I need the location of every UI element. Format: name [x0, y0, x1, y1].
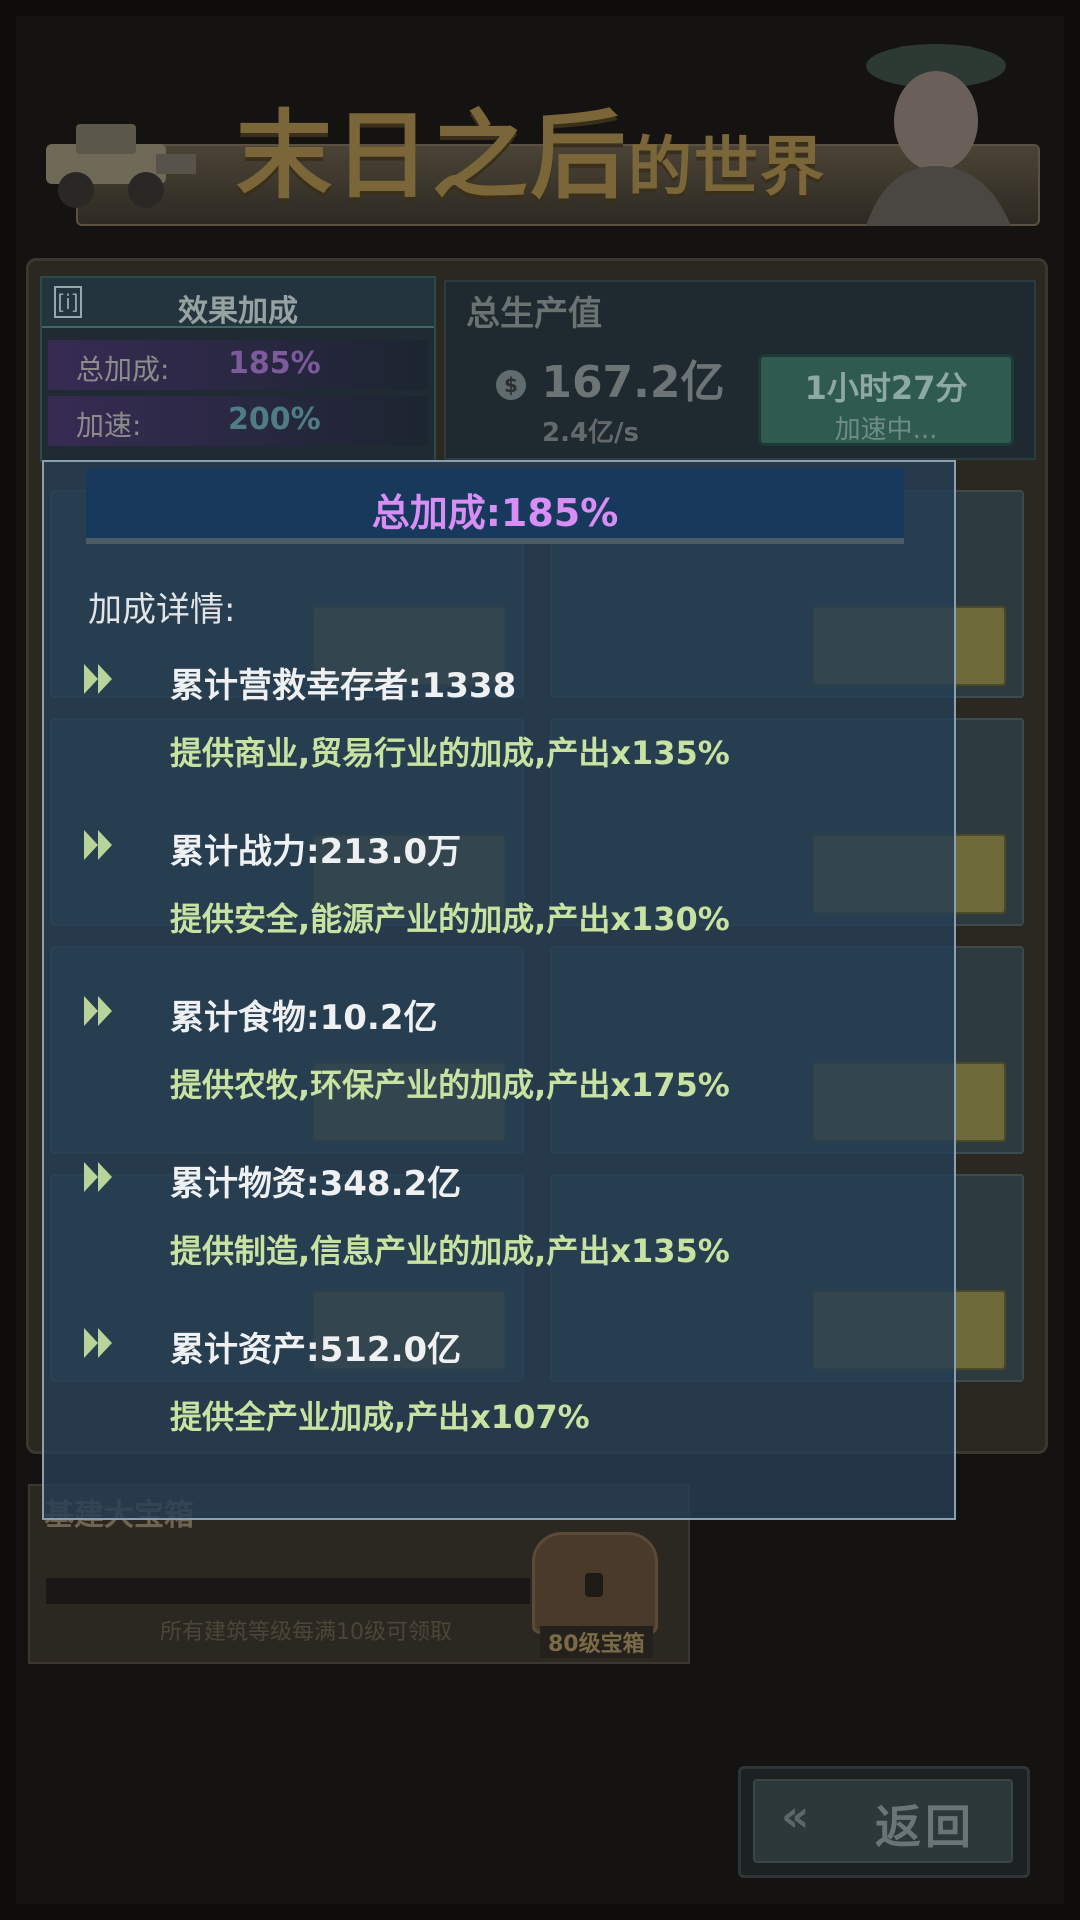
game-title-banner: 末日之后的世界: [36, 26, 1040, 226]
arrow-right-icon: [84, 1328, 112, 1358]
speedup-timer-button[interactable]: 1小时27分 加速中...: [758, 354, 1014, 446]
game-title: 末日之后的世界: [236, 100, 826, 212]
stat-text: 累计物资:348.2亿: [170, 1164, 462, 1204]
bonus-row-value: 200%: [228, 402, 321, 437]
production-title: 总生产值: [466, 294, 602, 334]
bonus-row-total: 总加成: 185%: [48, 340, 428, 390]
arrow-right-icon: [84, 830, 112, 860]
chest-label: 80级宝箱: [540, 1626, 653, 1658]
back-button-label: 返回: [875, 1800, 975, 1854]
bonus-panel: [i] 效果加成 总加成: 185% 加速: 200%: [40, 276, 436, 462]
arrow-right-icon: [84, 996, 112, 1026]
bonus-row-value: 185%: [228, 346, 321, 381]
stat-text: 累计营救幸存者:1338: [170, 666, 517, 706]
stat-text: 累计食物:10.2亿: [170, 998, 438, 1038]
production-rate: 2.4亿/s: [542, 418, 640, 448]
chest-progress-bar: [46, 1578, 530, 1604]
truck-icon: [46, 124, 196, 208]
bonus-detail-modal[interactable]: 总加成:185% 加成详情: 累计营救幸存者:1338 提供商业,贸易行业的加成…: [42, 460, 956, 1520]
back-button[interactable]: « 返回: [738, 1766, 1030, 1878]
stat-desc: 提供农牧,环保产业的加成,产出x175%: [170, 1066, 730, 1104]
production-total: $ 167.2亿: [496, 346, 725, 410]
bonus-panel-header: [i] 效果加成: [42, 278, 434, 329]
character-portrait-icon: [866, 44, 1011, 226]
bonus-row-label: 加速:: [76, 409, 142, 442]
stat-desc: 提供商业,贸易行业的加成,产出x135%: [170, 734, 730, 772]
modal-title: 总加成:185%: [371, 491, 619, 535]
timer-text: 1小时27分: [804, 369, 968, 407]
coin-icon: $: [496, 370, 526, 400]
stat-desc: 提供全产业加成,产出x107%: [170, 1398, 590, 1436]
stat-text: 累计资产:512.0亿: [170, 1330, 462, 1370]
stat-text: 累计战力:213.0万: [170, 832, 462, 872]
lock-icon: [585, 1573, 603, 1597]
arrow-right-icon: [84, 1162, 112, 1192]
modal-header: 总加成:185%: [86, 468, 904, 544]
bonus-row-label: 总加成:: [76, 353, 170, 386]
chest-icon[interactable]: [532, 1532, 658, 1634]
stat-desc: 提供制造,信息产业的加成,产出x135%: [170, 1232, 730, 1270]
detail-label: 加成详情:: [88, 590, 236, 630]
bonus-row-speed: 加速: 200%: [48, 396, 428, 446]
chest-description: 所有建筑等级每满10级可领取: [160, 1620, 452, 1645]
stat-desc: 提供安全,能源产业的加成,产出x130%: [170, 900, 730, 938]
back-arrow-icon: «: [781, 1791, 810, 1842]
bonus-panel-title: 效果加成: [178, 294, 298, 329]
arrow-right-icon: [84, 664, 112, 694]
back-button-face: « 返回: [753, 1779, 1013, 1863]
production-panel: 总生产值 $ 167.2亿 2.4亿/s 1小时27分 加速中...: [444, 280, 1036, 460]
timer-status: 加速中...: [834, 415, 938, 445]
